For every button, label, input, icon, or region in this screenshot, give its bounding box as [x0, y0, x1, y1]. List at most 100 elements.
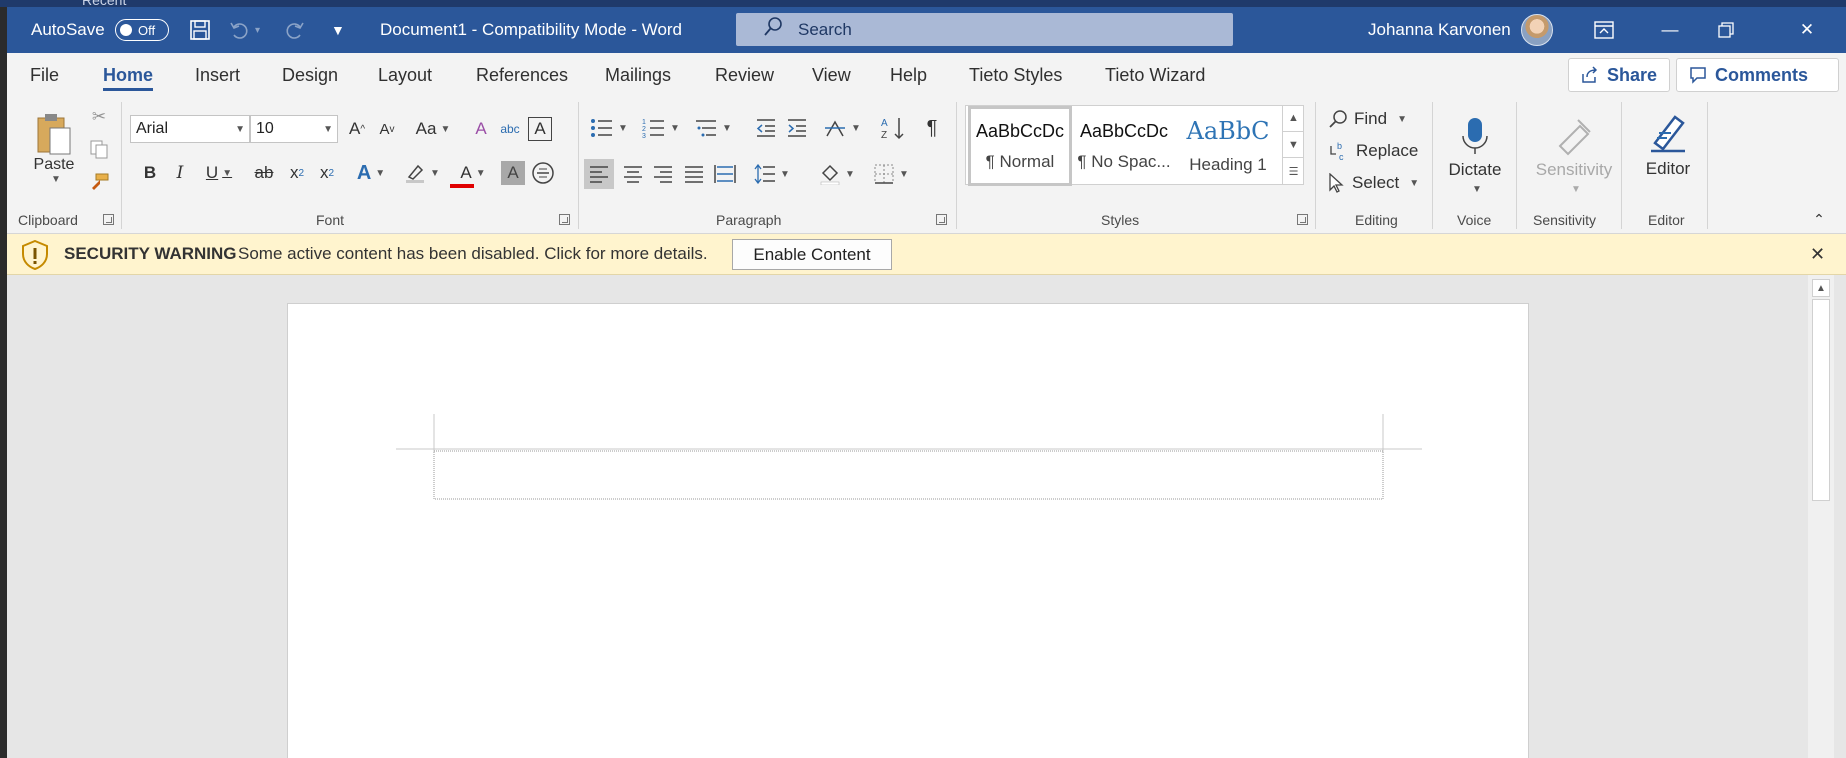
text-direction-icon[interactable]: ▼	[820, 113, 864, 143]
subscript-icon[interactable]: x2	[284, 159, 310, 187]
tab-tieto-wizard[interactable]: Tieto Wizard	[1105, 53, 1205, 97]
bullets-icon[interactable]: ▼	[585, 113, 633, 143]
document-page[interactable]	[287, 303, 1529, 758]
tab-references[interactable]: References	[476, 53, 568, 97]
character-shading-icon[interactable]: A	[501, 161, 525, 185]
font-size-combo[interactable]: 10 ▼	[250, 115, 338, 143]
tab-view[interactable]: View	[812, 53, 851, 97]
text-effects-icon[interactable]: A ▼	[350, 159, 392, 187]
tab-help[interactable]: Help	[890, 53, 927, 97]
document-canvas	[7, 275, 1846, 758]
align-left-icon[interactable]	[584, 159, 614, 189]
superscript-icon[interactable]: x2	[314, 159, 340, 187]
avatar[interactable]	[1521, 14, 1553, 46]
sensitivity-label: Sensitivity	[1535, 159, 1613, 179]
close-warning-icon[interactable]: ✕	[1810, 244, 1825, 265]
tab-layout[interactable]: Layout	[378, 53, 432, 97]
font-color-icon[interactable]: A ▼	[451, 159, 495, 187]
phonetic-guide-icon[interactable]: abc	[497, 115, 523, 143]
justify-icon[interactable]	[679, 159, 709, 189]
save-icon[interactable]	[189, 7, 211, 53]
redo-icon[interactable]	[283, 7, 305, 53]
highlight-color-icon[interactable]: ▼	[400, 159, 444, 187]
scroll-thumb[interactable]	[1812, 299, 1830, 501]
tab-design[interactable]: Design	[282, 53, 338, 97]
borders-icon[interactable]: ▼	[869, 159, 913, 189]
dictate-button[interactable]: Dictate ▼	[1445, 105, 1505, 205]
copy-icon[interactable]	[87, 137, 111, 161]
bold-icon[interactable]: B	[138, 159, 162, 187]
clear-formatting-icon[interactable]: A	[468, 115, 494, 143]
shrink-font-icon[interactable]: Av	[374, 115, 400, 143]
line-spacing-icon[interactable]: ▼	[750, 159, 794, 189]
tab-insert[interactable]: Insert	[195, 53, 240, 97]
enable-content-button[interactable]: Enable Content	[732, 239, 892, 270]
italic-icon[interactable]: I	[168, 159, 192, 187]
scroll-up-icon[interactable]: ▲	[1812, 279, 1830, 297]
clipboard-launcher-icon[interactable]	[103, 214, 114, 225]
increase-indent-icon[interactable]	[783, 113, 811, 143]
align-right-icon[interactable]	[648, 159, 678, 189]
paragraph-shading-icon[interactable]: ▼	[815, 159, 859, 189]
document-title: Document1 - Compatibility Mode - Word	[380, 20, 683, 39]
replace-button[interactable]: bc Replace	[1328, 137, 1418, 165]
tab-file[interactable]: File	[30, 53, 59, 97]
group-label-font: Font	[316, 212, 345, 228]
editor-label: Editor	[1645, 159, 1691, 178]
format-painter-icon[interactable]	[87, 171, 111, 195]
comments-button[interactable]: Comments	[1676, 58, 1839, 92]
style-normal[interactable]: AaBbCcDc ¶ Normal	[968, 106, 1072, 186]
undo-icon[interactable]: ▾	[229, 7, 260, 53]
sensitivity-button[interactable]: Sensitivity ▼	[1529, 105, 1619, 205]
font-launcher-icon[interactable]	[559, 214, 570, 225]
styles-launcher-icon[interactable]	[1297, 214, 1308, 225]
share-button[interactable]: Share	[1568, 58, 1670, 92]
style-heading-1[interactable]: AaBbC Heading 1	[1176, 106, 1280, 186]
tab-tieto-styles[interactable]: Tieto Styles	[969, 53, 1062, 97]
editor-button[interactable]: Editor	[1634, 105, 1702, 185]
group-label-editing: Editing	[1355, 212, 1398, 228]
ribbon-display-options-icon[interactable]	[1581, 7, 1627, 53]
styles-gallery-scroll: ▲ ▼ ☰	[1282, 105, 1304, 186]
enclose-characters-icon[interactable]	[529, 159, 557, 187]
font-size-value: 10	[256, 120, 274, 137]
tab-home[interactable]: Home	[103, 53, 154, 97]
character-border-icon[interactable]: A	[528, 117, 552, 141]
vertical-scrollbar[interactable]: ▲	[1808, 275, 1834, 758]
gallery-more-icon[interactable]: ☰	[1283, 158, 1304, 186]
sort-icon[interactable]: AZ	[879, 113, 907, 143]
tab-review[interactable]: Review	[715, 53, 774, 97]
gallery-up-icon[interactable]: ▲	[1283, 105, 1304, 132]
group-separator	[121, 102, 122, 229]
paste-button[interactable]: Paste ▼	[25, 103, 83, 193]
paragraph-launcher-icon[interactable]	[936, 214, 947, 225]
strikethrough-icon[interactable]: ab	[250, 159, 278, 187]
collapse-ribbon-icon[interactable]: ⌃	[1809, 209, 1829, 229]
cut-icon[interactable]: ✂	[87, 105, 111, 129]
find-button[interactable]: Find ▼	[1328, 105, 1407, 133]
customize-quick-access-icon[interactable]: ▼	[331, 7, 345, 53]
style-no-spacing[interactable]: AaBbCcDc ¶ No Spac...	[1072, 106, 1176, 186]
underline-icon[interactable]: U ▼	[198, 159, 240, 187]
minimize-icon[interactable]: —	[1647, 7, 1693, 53]
change-case-icon[interactable]: Aa ▼	[411, 115, 455, 143]
group-label-paragraph: Paragraph	[716, 212, 782, 228]
numbering-icon[interactable]: 1 2 3 ▼	[637, 113, 685, 143]
user-name[interactable]: Johanna Karvonen	[1368, 7, 1511, 53]
search-box[interactable]: Search	[736, 13, 1233, 46]
select-button[interactable]: Select ▼	[1328, 169, 1419, 197]
tab-mailings[interactable]: Mailings	[605, 53, 671, 97]
restore-icon[interactable]	[1703, 7, 1749, 53]
close-icon[interactable]: ✕	[1784, 7, 1830, 53]
show-formatting-marks-icon[interactable]: ¶	[920, 113, 944, 143]
decrease-indent-icon[interactable]	[752, 113, 780, 143]
align-center-icon[interactable]	[618, 159, 648, 189]
security-warning-message[interactable]: Some active content has been disabled. C…	[238, 244, 708, 264]
style-sample: AaBbCcDc	[975, 120, 1065, 141]
multilevel-list-icon[interactable]: ▼	[689, 113, 737, 143]
gallery-down-icon[interactable]: ▼	[1283, 132, 1304, 159]
grow-font-icon[interactable]: A ^	[344, 115, 370, 143]
autosave-toggle[interactable]: Off	[115, 19, 169, 41]
distributed-icon[interactable]	[710, 159, 740, 189]
font-name-combo[interactable]: Arial ▼	[130, 115, 250, 143]
